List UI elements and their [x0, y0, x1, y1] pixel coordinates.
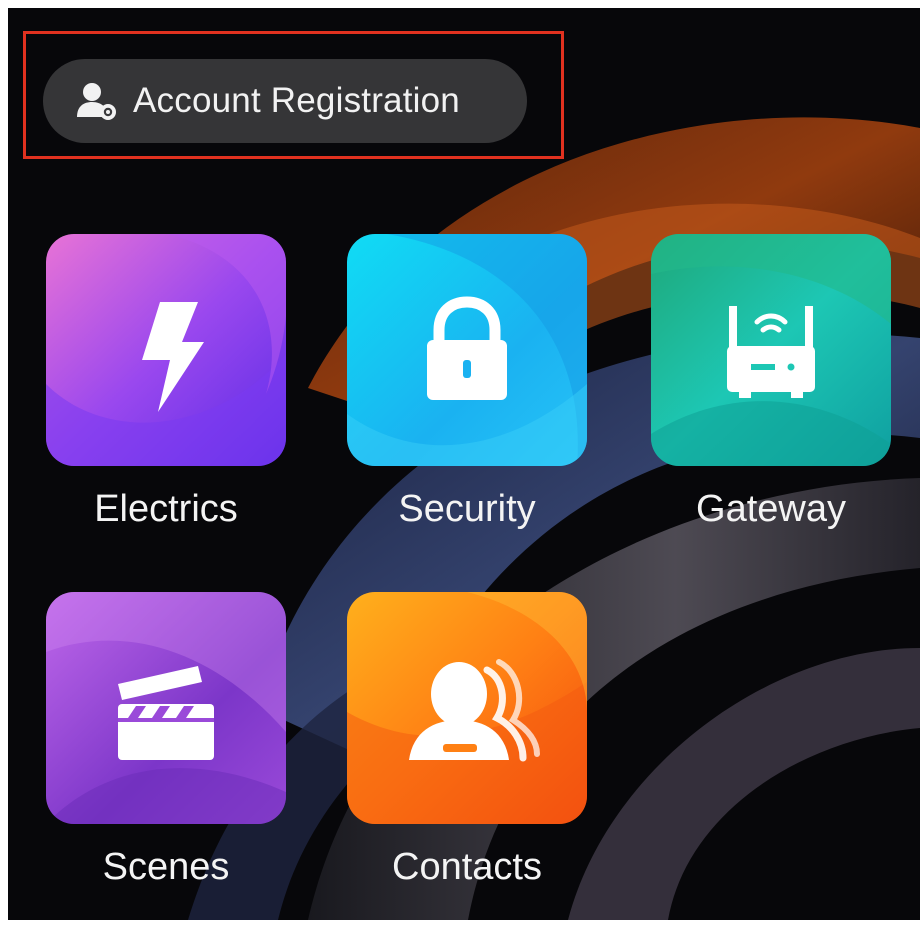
electrics-label: Electrics [94, 488, 238, 530]
contacts-group-icon [409, 659, 540, 762]
app-tile-gateway[interactable]: Gateway [651, 234, 891, 531]
app-tile-scenes[interactable]: Scenes [46, 592, 286, 889]
scenes-app-icon [46, 592, 286, 824]
scenes-label: Scenes [102, 846, 230, 888]
padlock-icon [427, 296, 507, 400]
app-tile-electrics[interactable]: Electrics [46, 234, 286, 531]
app-tile-contacts[interactable]: Contacts [347, 592, 587, 889]
gateway-label: Gateway [696, 488, 846, 530]
clapperboard-icon [118, 666, 214, 760]
electrics-app-icon [46, 234, 286, 466]
contacts-app-icon [347, 592, 587, 824]
gateway-app-icon [651, 234, 891, 466]
app-tile-security[interactable]: Security [347, 234, 587, 531]
highlight-annotation [23, 31, 564, 159]
security-label: Security [398, 488, 536, 530]
security-app-icon [347, 234, 587, 466]
home-screen: Account Registration Electrics Security … [8, 8, 920, 920]
contacts-label: Contacts [392, 846, 542, 888]
router-icon [727, 306, 815, 398]
lightning-bolt-icon [142, 302, 204, 412]
